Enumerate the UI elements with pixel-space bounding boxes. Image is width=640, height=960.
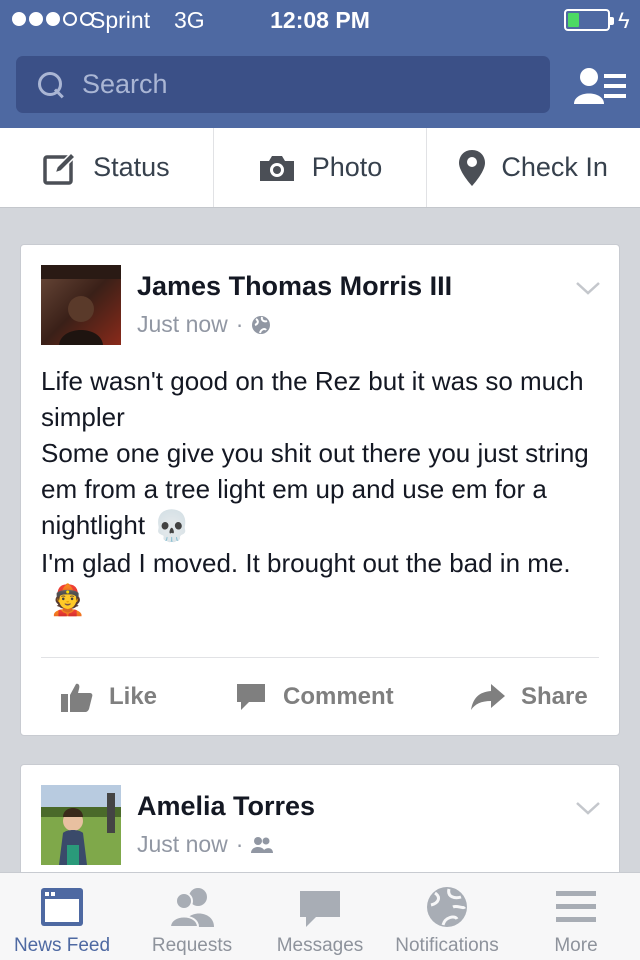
thumbs-up-icon xyxy=(61,683,93,712)
comment-label: Comment xyxy=(283,683,394,710)
like-button[interactable]: Like xyxy=(61,682,157,712)
photo-button[interactable]: Photo xyxy=(212,128,427,207)
status-time: 12:08 PM xyxy=(270,7,370,33)
edit-icon xyxy=(43,151,77,185)
friends-icon xyxy=(251,836,274,853)
friends-list-icon[interactable] xyxy=(574,66,626,106)
battery-icon xyxy=(564,9,614,31)
checkin-label: Check In xyxy=(501,152,608,182)
author-name[interactable]: James Thomas Morris III xyxy=(137,271,452,302)
tab-label: More xyxy=(554,935,598,956)
like-label: Like xyxy=(109,683,158,710)
tab-label: Messages xyxy=(276,935,364,956)
story-paragraph: Life wasn't good on the Rez but it was s… xyxy=(41,366,584,432)
story-paragraph-text: I'm glad I moved. It brought out the bad… xyxy=(41,548,571,579)
feed-story: James Thomas Morris III Just now · Life … xyxy=(20,244,620,736)
cap-emoji: 👲 xyxy=(49,584,87,618)
story-paragraph-text: Some one give you shit out there you jus… xyxy=(41,438,589,540)
status-label: Status xyxy=(93,152,170,182)
comment-button[interactable]: Comment xyxy=(237,682,394,712)
tab-news-feed[interactable]: News Feed xyxy=(0,873,124,960)
story-meta: Just now · xyxy=(137,311,271,338)
meta-separator: · xyxy=(235,831,244,857)
author-name[interactable]: Amelia Torres xyxy=(137,791,315,822)
friend-requests-icon xyxy=(168,888,214,928)
share-button[interactable]: Share xyxy=(471,683,588,711)
tab-requests[interactable]: Requests xyxy=(130,873,254,960)
tab-more[interactable]: More xyxy=(514,873,638,960)
menu-icon xyxy=(556,891,596,922)
meta-separator: · xyxy=(235,311,244,337)
share-arrow-icon xyxy=(471,684,505,710)
chevron-down-icon[interactable] xyxy=(575,275,601,301)
status-button[interactable]: Status xyxy=(0,128,213,207)
tab-messages[interactable]: Messages xyxy=(258,873,382,960)
comment-icon xyxy=(237,684,265,710)
skull-emoji: 💀 xyxy=(153,510,191,544)
story-message: Life wasn't good on the Rez but it was s… xyxy=(41,363,601,619)
status-bar: Sprint 3G 12:08 PM ϟ xyxy=(0,0,640,42)
story-paragraph-3: I'm glad I moved. It brought out the bad… xyxy=(41,545,601,619)
charging-icon: ϟ xyxy=(618,8,630,33)
composer-bar: Status Photo Check In xyxy=(0,128,640,208)
search-bar[interactable] xyxy=(16,56,550,113)
tab-label: Requests xyxy=(151,935,233,956)
tab-label: News Feed xyxy=(13,935,111,956)
share-label: Share xyxy=(521,683,588,710)
story-actions: Like Comment Share xyxy=(21,658,619,736)
search-icon xyxy=(38,71,64,98)
story-paragraph-2: Some one give you shit out there you jus… xyxy=(41,435,601,545)
tab-label: Notifications xyxy=(395,935,499,956)
tab-bar: News Feed Requests Messages Notification… xyxy=(0,872,640,960)
camera-icon xyxy=(259,155,294,181)
timestamp[interactable]: Just now xyxy=(137,311,228,338)
checkin-button[interactable]: Check In xyxy=(426,128,640,207)
chevron-down-icon[interactable] xyxy=(575,795,601,821)
author-avatar[interactable] xyxy=(41,265,121,345)
timestamp[interactable]: Just now xyxy=(137,831,228,858)
author-avatar[interactable] xyxy=(41,785,121,865)
story-meta: Just now · xyxy=(137,831,274,858)
news-feed-icon xyxy=(41,888,83,926)
top-header: Sprint 3G 12:08 PM ϟ xyxy=(0,0,640,128)
notifications-globe-icon xyxy=(427,887,467,927)
globe-icon xyxy=(252,315,271,334)
search-input[interactable] xyxy=(82,69,542,100)
location-pin-icon xyxy=(459,149,486,186)
tab-notifications[interactable]: Notifications xyxy=(385,873,509,960)
messages-icon xyxy=(300,891,340,927)
photo-label: Photo xyxy=(311,152,383,182)
